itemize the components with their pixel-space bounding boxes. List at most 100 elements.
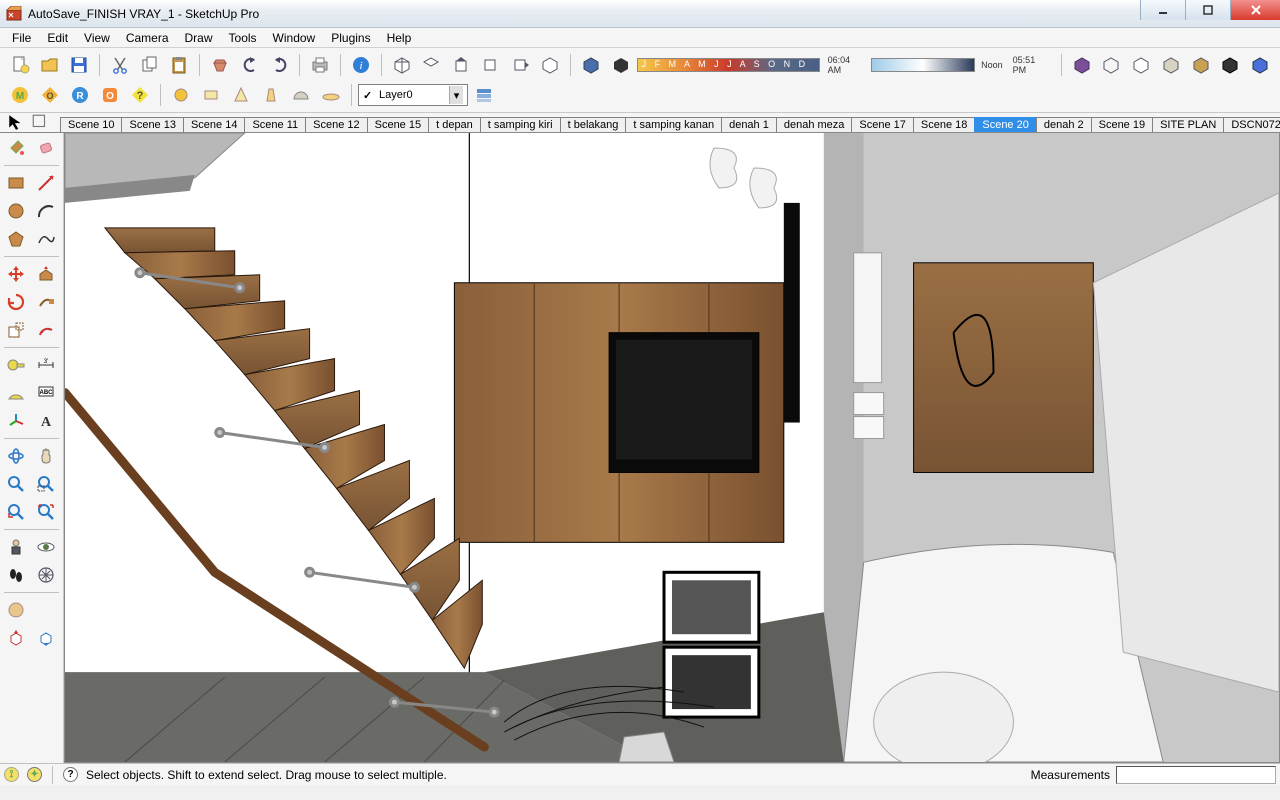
scene-tab[interactable]: SITE PLAN xyxy=(1152,117,1224,132)
menu-draw[interactable]: Draw xyxy=(177,29,221,47)
undo-icon[interactable] xyxy=(236,52,264,78)
make-component-icon[interactable] xyxy=(30,114,50,130)
scene-tab[interactable]: t belakang xyxy=(560,117,627,132)
select-arrow-icon[interactable] xyxy=(6,114,26,130)
redo-icon[interactable] xyxy=(266,52,294,78)
scene-tab[interactable]: Scene 17 xyxy=(851,117,913,132)
protractor-tool-icon[interactable] xyxy=(2,380,30,406)
text-tool-icon[interactable]: ABC xyxy=(32,380,60,406)
circle-tool-icon[interactable] xyxy=(2,198,30,224)
rect-light-icon[interactable] xyxy=(197,82,225,108)
share-model-icon[interactable] xyxy=(32,625,60,651)
copy-icon[interactable] xyxy=(136,52,164,78)
sandbox-icon[interactable] xyxy=(2,597,30,623)
walk-tool-icon[interactable] xyxy=(2,562,30,588)
scene-tab[interactable]: DSCN0723 xyxy=(1223,117,1280,132)
menu-window[interactable]: Window xyxy=(265,29,324,47)
minimize-button[interactable] xyxy=(1140,0,1185,20)
look-around-icon[interactable] xyxy=(32,534,60,560)
scene-tab[interactable]: t depan xyxy=(428,117,481,132)
followme-tool-icon[interactable] xyxy=(32,289,60,315)
open-file-icon[interactable] xyxy=(36,52,64,78)
help-status-icon[interactable]: ? xyxy=(63,767,78,782)
line-tool-icon[interactable] xyxy=(32,170,60,196)
eraser-icon[interactable] xyxy=(32,135,60,161)
close-button[interactable] xyxy=(1230,0,1280,20)
paint-bucket-icon[interactable] xyxy=(2,135,30,161)
scale-tool-icon[interactable] xyxy=(2,317,30,343)
section-plane-icon[interactable] xyxy=(32,562,60,588)
vray-render-icon[interactable]: R xyxy=(66,82,94,108)
measurements-input[interactable] xyxy=(1116,766,1276,784)
freehand-tool-icon[interactable] xyxy=(32,226,60,252)
scene-tab[interactable]: Scene 13 xyxy=(121,117,183,132)
position-camera-icon[interactable] xyxy=(2,534,30,560)
credits-status-icon[interactable]: ✦ xyxy=(27,767,42,782)
menu-tools[interactable]: Tools xyxy=(221,29,265,47)
layer-manager-icon[interactable] xyxy=(470,82,498,108)
dimension-tool-icon[interactable]: 3' xyxy=(32,352,60,378)
axes-tool-icon[interactable] xyxy=(2,408,30,434)
menu-file[interactable]: File xyxy=(4,29,39,47)
shadow-toggle-icon[interactable] xyxy=(607,52,635,78)
scene-tab[interactable]: Scene 20 xyxy=(974,117,1036,132)
offset-tool-icon[interactable] xyxy=(32,317,60,343)
rotate-tool-icon[interactable] xyxy=(2,289,30,315)
monochrome-style-icon[interactable] xyxy=(1216,52,1244,78)
vray-rt-render-icon[interactable]: O xyxy=(96,82,124,108)
save-file-icon[interactable] xyxy=(65,52,93,78)
shadow-date-icon[interactable] xyxy=(577,52,605,78)
pushpull-tool-icon[interactable] xyxy=(32,261,60,287)
sphere-light-icon[interactable] xyxy=(167,82,195,108)
iso-view-icon[interactable] xyxy=(388,52,416,78)
menu-plugins[interactable]: Plugins xyxy=(323,29,378,47)
scene-tab[interactable]: denah 2 xyxy=(1036,117,1092,132)
front-view-icon[interactable] xyxy=(447,52,475,78)
menu-edit[interactable]: Edit xyxy=(39,29,76,47)
back-view-icon[interactable] xyxy=(507,52,535,78)
menu-camera[interactable]: Camera xyxy=(118,29,177,47)
scene-tab[interactable]: Scene 10 xyxy=(60,117,122,132)
scene-tab[interactable]: Scene 12 xyxy=(305,117,367,132)
right-view-icon[interactable] xyxy=(477,52,505,78)
zoom-tool-icon[interactable] xyxy=(2,471,30,497)
orbit-tool-icon[interactable] xyxy=(2,443,30,469)
tape-measure-icon[interactable] xyxy=(2,352,30,378)
get-models-icon[interactable] xyxy=(2,625,30,651)
month-slider[interactable]: J F M A M J J A S O N D xyxy=(637,58,820,72)
paste-icon[interactable] xyxy=(166,52,194,78)
solid-tools-icon[interactable] xyxy=(32,597,60,623)
rectangle-tool-icon[interactable] xyxy=(2,170,30,196)
menu-view[interactable]: View xyxy=(76,29,118,47)
shaded-style-icon[interactable] xyxy=(1157,52,1185,78)
scene-tab[interactable]: Scene 19 xyxy=(1091,117,1153,132)
zoom-window-icon[interactable] xyxy=(32,471,60,497)
top-view-icon[interactable] xyxy=(418,52,446,78)
zoom-extents-icon[interactable] xyxy=(32,499,60,525)
vray-help-icon[interactable]: ? xyxy=(126,82,154,108)
layer-dropdown[interactable]: ✓ Layer0 ▾ xyxy=(358,84,468,106)
new-file-icon[interactable] xyxy=(6,52,34,78)
scene-tab[interactable]: t samping kanan xyxy=(625,117,722,132)
dome-light-icon[interactable] xyxy=(287,82,315,108)
scene-tab[interactable]: denah meza xyxy=(776,117,853,132)
maximize-button[interactable] xyxy=(1185,0,1230,20)
time-slider[interactable] xyxy=(871,58,975,72)
scene-tab[interactable]: t samping kiri xyxy=(480,117,561,132)
pan-tool-icon[interactable] xyxy=(32,443,60,469)
infinite-plane-icon[interactable] xyxy=(317,82,345,108)
print-icon[interactable] xyxy=(306,52,334,78)
scene-tab[interactable]: Scene 11 xyxy=(244,117,306,132)
scene-tab[interactable]: Scene 18 xyxy=(913,117,975,132)
menu-help[interactable]: Help xyxy=(379,29,420,47)
scene-tab[interactable]: denah 1 xyxy=(721,117,777,132)
left-view-icon[interactable] xyxy=(536,52,564,78)
model-viewport[interactable] xyxy=(64,133,1280,763)
vray-material-icon[interactable]: M xyxy=(6,82,34,108)
scene-tab[interactable]: Scene 15 xyxy=(367,117,429,132)
spot-light-icon[interactable] xyxy=(227,82,255,108)
move-tool-icon[interactable] xyxy=(2,261,30,287)
geolocation-status-icon[interactable]: ⟟ xyxy=(4,767,19,782)
scene-tab[interactable]: Scene 14 xyxy=(183,117,245,132)
hidden-line-style-icon[interactable] xyxy=(1127,52,1155,78)
